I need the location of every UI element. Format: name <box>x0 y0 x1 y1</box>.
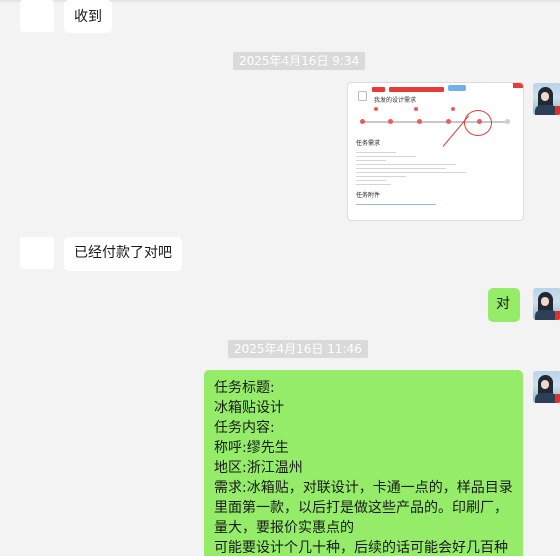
thumb-logo-blue <box>448 85 466 91</box>
incoming-message-bubble[interactable]: 已经付款了对吧 <box>64 237 182 271</box>
thumb-text-line <box>356 164 456 165</box>
avatar-body <box>535 310 557 320</box>
message-text: 已经付款了对吧 <box>74 245 172 261</box>
thumb-text-line <box>356 180 386 181</box>
thumb-text-line <box>356 160 386 161</box>
my-avatar[interactable] <box>533 83 560 115</box>
avatar-face <box>541 380 549 389</box>
thumb-badge-2 <box>414 107 418 111</box>
avatar-face <box>541 92 549 101</box>
outgoing-message-bubble[interactable]: 任务标题: 冰箱贴设计 任务内容: 称呼:缪先生 地区:浙江温州 需求:冰箱贴，… <box>204 370 523 556</box>
thumb-text-line <box>356 156 416 157</box>
thumb-title: 我发的设计需求 <box>374 97 417 104</box>
my-avatar[interactable] <box>533 288 560 320</box>
task-requirement-line: 需求:冰箱贴，对联设计，卡通一点的，样品目录 <box>214 480 513 496</box>
incoming-message-bubble[interactable]: 收到 <box>64 0 112 33</box>
task-requirement-line: 里面第一款，以后打是做这些产品的。印刷厂， <box>214 500 508 516</box>
timestamp: 2025年4月16日 9:34 <box>233 52 366 70</box>
timestamp: 2025年4月16日 11:46 <box>228 340 368 358</box>
outgoing-message-bubble[interactable]: 对 <box>488 288 520 322</box>
thumb-logo <box>358 91 367 101</box>
thumb-red-tag <box>372 87 385 92</box>
avatar-tag <box>555 106 560 115</box>
avatar-tag <box>555 394 560 403</box>
contact-avatar[interactable] <box>20 237 54 269</box>
contact-avatar[interactable] <box>20 0 54 32</box>
thumb-text-line <box>356 172 466 173</box>
thumb-text-line <box>356 176 406 177</box>
task-requirement-line: 量大，要报价实惠点的 <box>214 520 354 536</box>
avatar-body <box>535 105 557 115</box>
thumb-section-attachments: 任务附件 <box>356 192 381 199</box>
thumb-highlight-circle <box>464 110 492 136</box>
thumb-step-2 <box>388 119 393 124</box>
avatar-face <box>541 297 549 306</box>
thumb-text-line <box>356 168 446 169</box>
thumb-step-3 <box>417 119 422 124</box>
thumb-section-requirements: 任务需求 <box>356 140 381 147</box>
message-text: 收到 <box>74 9 102 25</box>
avatar-tag <box>555 311 560 320</box>
thumb-step-4 <box>446 119 451 124</box>
task-title-value: 冰箱贴设计 <box>214 400 284 416</box>
avatar-body <box>535 393 557 403</box>
task-content-label: 任务内容: <box>214 420 275 436</box>
thumb-attachment-link <box>356 204 436 205</box>
task-title-label: 任务标题: <box>214 380 275 396</box>
message-text: 对 <box>496 296 510 312</box>
thumb-badge-3 <box>451 107 455 111</box>
thumb-red-banner <box>389 87 444 92</box>
thumb-step-1 <box>360 119 365 124</box>
thumb-step-6 <box>505 119 510 124</box>
task-region-line: 地区:浙江温州 <box>214 460 303 476</box>
thumb-text-line <box>356 152 396 153</box>
thumb-text-line <box>356 184 391 185</box>
task-contact-line: 称呼:缪先生 <box>214 440 289 456</box>
thumb-badge-1 <box>374 107 378 111</box>
task-requirement-line: 可能要设计个几十种，后续的话可能会好几百种 <box>214 540 508 556</box>
thumb-corner <box>513 83 523 88</box>
my-avatar[interactable] <box>533 371 560 403</box>
sent-image-thumbnail[interactable]: 我发的设计需求 任务需求 任务附件 <box>347 82 524 221</box>
